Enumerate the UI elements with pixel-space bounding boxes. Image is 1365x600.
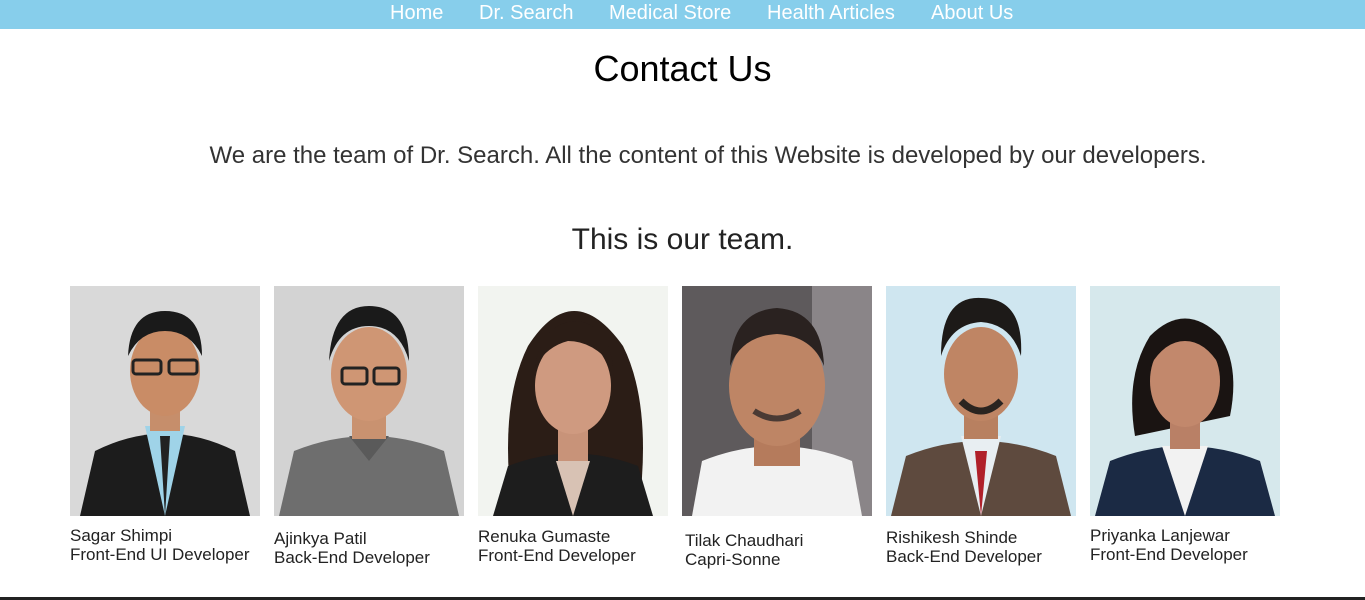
member-role: Front-End UI Developer — [70, 545, 250, 564]
nav-link-health-articles[interactable]: Health Articles — [767, 2, 895, 24]
member-caption: Priyanka Lanjewar Front-End Developer — [1090, 526, 1290, 564]
member-caption: Ajinkya Patil Back-End Developer — [274, 529, 474, 567]
member-role: Back-End Developer — [886, 547, 1042, 566]
member-name: Rishikesh Shinde — [886, 528, 1018, 547]
member-caption: Sagar Shimpi Front-End UI Developer — [70, 526, 270, 564]
member-name: Tilak Chaudhari — [685, 531, 804, 550]
intro-text: We are the team of Dr. Search. All the c… — [209, 142, 1207, 169]
member-caption: Tilak Chaudhari Capri-Sonne — [685, 531, 885, 569]
member-photo — [886, 286, 1076, 516]
member-role: Back-End Developer — [274, 548, 430, 567]
member-role: Front-End Developer — [478, 546, 636, 565]
nav-link-dr-search[interactable]: Dr. Search — [479, 2, 573, 24]
nav-link-about-us[interactable]: About Us — [931, 2, 1013, 24]
member-photo — [682, 286, 872, 516]
top-navbar: Home Dr. Search Medical Store Health Art… — [0, 0, 1365, 29]
page-title: Contact Us — [593, 48, 772, 89]
member-photo — [478, 286, 668, 516]
team-heading: This is our team. — [571, 223, 794, 256]
member-name: Priyanka Lanjewar — [1090, 526, 1230, 545]
member-name: Renuka Gumaste — [478, 527, 611, 546]
member-name: Ajinkya Patil — [274, 529, 367, 548]
member-caption: Renuka Gumaste Front-End Developer — [478, 527, 678, 565]
nav-link-home[interactable]: Home — [390, 2, 443, 24]
member-photo — [70, 286, 260, 516]
member-caption: Rishikesh Shinde Back-End Developer — [886, 528, 1086, 566]
member-role: Front-End Developer — [1090, 545, 1248, 564]
member-name: Sagar Shimpi — [70, 526, 173, 545]
member-photo — [1090, 286, 1280, 516]
nav-link-medical-store[interactable]: Medical Store — [609, 2, 731, 24]
member-role: Capri-Sonne — [685, 550, 781, 569]
member-photo — [274, 286, 464, 516]
